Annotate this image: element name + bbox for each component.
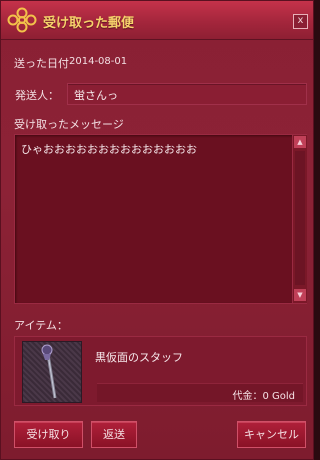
sender-label: 発送人： — [15, 89, 59, 102]
item-label: アイテム： — [14, 319, 68, 332]
message-label: 受け取ったメッセージ — [14, 118, 124, 131]
title-bar[interactable]: 受け取った郵便 x — [1, 1, 313, 40]
scroll-track[interactable] — [295, 151, 305, 285]
sender-value: 蛍さんっ — [74, 89, 118, 102]
received-mail-window: 受け取った郵便 x 送った日付 2014-08-01 発送人： 蛍さんっ 受け取… — [0, 0, 314, 460]
item-price: 代金：0 Gold — [232, 391, 295, 402]
message-area[interactable]: ひゃおおおおおおおおおおおおおお ▲ ▼ — [14, 134, 307, 304]
sent-date-value: 2014-08-01 — [69, 56, 128, 67]
close-button[interactable]: x — [293, 14, 308, 29]
staff-item-icon[interactable] — [22, 341, 82, 403]
return-button[interactable]: 返送 — [91, 421, 137, 448]
price-area: 代金：0 Gold — [97, 383, 303, 402]
attached-item: 黒仮面のスタッフ 代金：0 Gold — [14, 336, 307, 406]
window-title: 受け取った郵便 — [43, 16, 135, 31]
scroll-up-icon[interactable]: ▲ — [294, 136, 306, 148]
emblem-icon — [7, 7, 37, 33]
sent-date-label: 送った日付 — [14, 57, 69, 70]
item-name: 黒仮面のスタッフ — [95, 351, 183, 364]
scroll-down-icon[interactable]: ▼ — [294, 289, 306, 301]
cancel-button[interactable]: キャンセル — [237, 421, 306, 448]
message-scrollbar[interactable]: ▲ ▼ — [292, 135, 307, 303]
sender-field: 蛍さんっ — [67, 83, 307, 105]
receive-button[interactable]: 受け取り — [14, 421, 83, 448]
message-text: ひゃおおおおおおおおおおおおおお — [21, 143, 197, 156]
